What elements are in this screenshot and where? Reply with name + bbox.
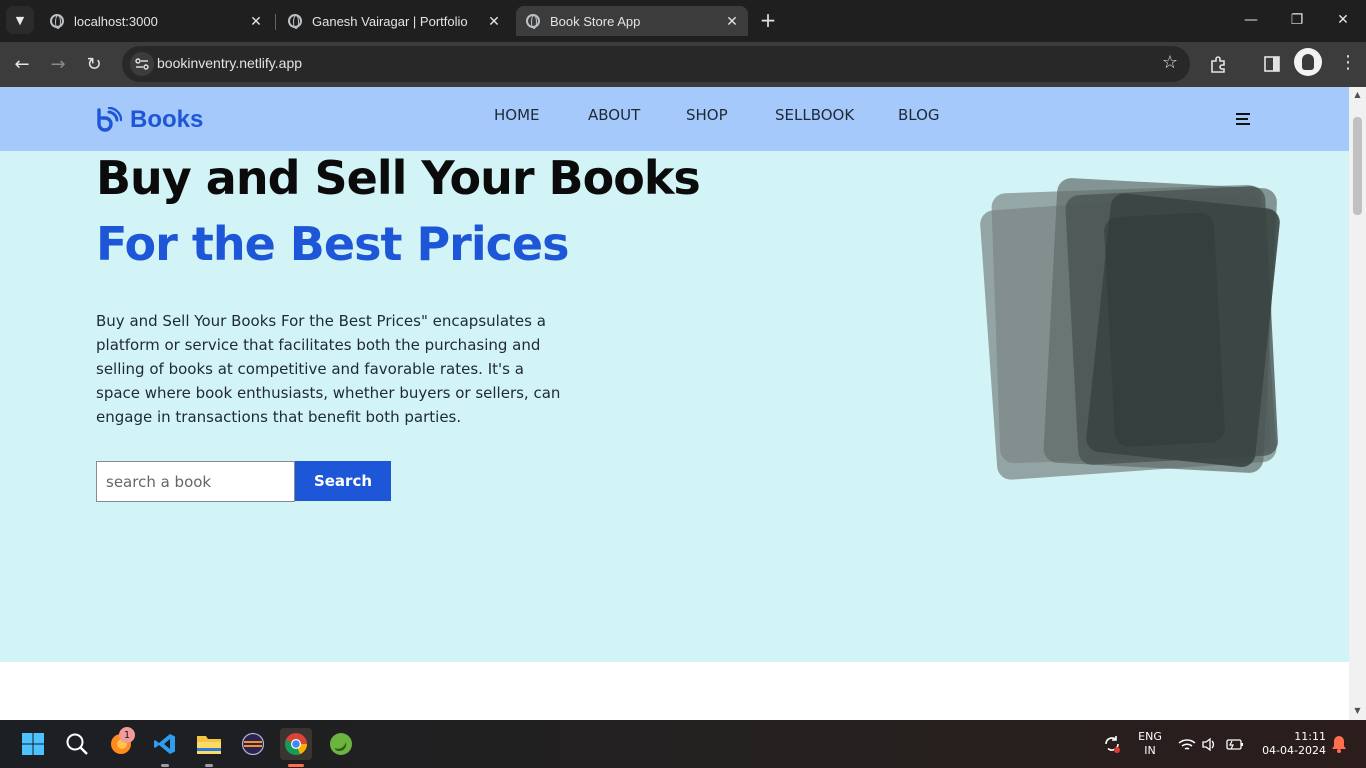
url-text: bookinventry.netlify.app [157,55,303,71]
close-icon[interactable]: ✕ [484,11,504,31]
scroll-down-icon[interactable]: ▼ [1353,706,1362,715]
hero-subtitle: For the Best Prices [96,217,569,271]
tab-divider [275,14,276,30]
vscode-icon[interactable] [149,728,181,760]
arrow-right-icon: → [50,53,66,75]
reload-icon: ↻ [86,53,102,75]
more-menu-icon[interactable]: ⋮ [1338,50,1358,76]
language-code: ENG [1138,730,1162,743]
clock[interactable]: 11:11 04-04-2024 [1258,730,1326,758]
sync-update-icon[interactable] [1096,728,1128,760]
book-logo-icon [97,107,122,132]
tab-title: Book Store App [550,13,641,29]
system-tray-status[interactable] [1172,728,1252,760]
hamburger-menu-icon[interactable] [1236,113,1250,125]
clock-date: 04-04-2024 [1262,744,1326,757]
page-scrollbar[interactable]: ▲ ▼ [1349,87,1366,720]
windows-taskbar: ENG IN 11:11 04-04-2024 [0,720,1366,768]
browser-tab-book-store[interactable]: Book Store App ✕ [516,6,748,36]
nav-link-about[interactable]: ABOUT [588,106,640,124]
browser-toolbar: ← → ↻ bookinventry.netlify.app ☆ [0,42,1366,87]
book-cards-stack-image [980,178,1280,480]
new-tab-button[interactable]: + [755,7,781,33]
language-indicator[interactable]: ENG IN [1136,730,1164,758]
globe-icon [50,14,64,29]
brand-logo[interactable]: Books [96,106,203,134]
browser-tab-portfolio[interactable]: Ganesh Vairagar | Portfolio ✕ [278,6,510,36]
browser-tab-localhost[interactable]: localhost:3000 ✕ [40,6,272,36]
globe-icon [288,14,302,29]
back-button[interactable]: ← [8,50,36,78]
bookmark-star-icon[interactable]: ☆ [1162,54,1178,72]
site-info-icon[interactable] [130,52,154,76]
volume-icon [1202,737,1215,752]
windows-start-icon[interactable] [17,728,49,760]
nav-link-shop[interactable]: SHOP [686,106,728,124]
scroll-up-icon[interactable]: ▲ [1353,90,1362,99]
extensions-icon[interactable] [1204,50,1232,78]
site-navbar: Books HOME ABOUT SHOP SELLBOOK BLOG [0,87,1349,151]
browser-tab-bar: ▼ localhost:3000 ✕ Ganesh Vairagar | Por… [0,0,1366,42]
close-icon[interactable]: ✕ [246,11,266,31]
reload-button[interactable]: ↻ [80,50,108,78]
side-panel-icon[interactable] [1258,50,1286,78]
hero-description: Buy and Sell Your Books For the Best Pri… [96,312,561,426]
profile-avatar[interactable] [1294,48,1322,76]
web-page: Books HOME ABOUT SHOP SELLBOOK BLOG Buy … [0,87,1366,720]
notification-badge: 1 [119,727,135,743]
restore-button[interactable]: ❐ [1274,0,1320,40]
hero-title: Buy and Sell Your Books [96,151,701,205]
nav-link-home[interactable]: HOME [494,106,540,124]
minimize-icon: — [1244,12,1258,28]
chrome-icon[interactable] [280,728,312,760]
tab-search-button[interactable]: ▼ [6,6,34,34]
running-indicator [161,764,169,767]
running-indicator [205,764,213,767]
address-bar[interactable]: bookinventry.netlify.app ☆ [122,46,1190,82]
region-code: IN [1144,744,1156,757]
chevron-down-icon: ▼ [15,13,25,27]
minimize-button[interactable]: — [1228,0,1274,40]
spring-tool-icon[interactable] [325,728,357,760]
search-icon[interactable] [61,728,93,760]
nav-link-sellbook[interactable]: SELLBOOK [775,106,854,124]
close-window-button[interactable]: ✕ [1320,0,1366,40]
arrow-left-icon: ← [14,53,30,75]
brand-name: Books [130,106,204,133]
battery-icon [1226,739,1243,750]
globe-icon [526,14,540,29]
eclipse-icon[interactable] [237,728,269,760]
forward-button[interactable]: → [44,50,72,78]
file-explorer-icon[interactable] [193,728,225,760]
book-search-input[interactable] [96,461,295,502]
active-indicator [288,764,304,767]
wifi-icon [1178,739,1196,750]
tab-title: Ganesh Vairagar | Portfolio [312,13,468,29]
tab-title: localhost:3000 [74,13,158,29]
search-button[interactable]: Search [295,461,391,501]
plus-icon: + [759,8,777,32]
restore-icon: ❐ [1290,12,1304,28]
close-icon[interactable]: ✕ [722,11,742,31]
scrollbar-thumb[interactable] [1353,117,1362,215]
notification-bell-icon[interactable] [1330,728,1348,760]
clock-time: 11:11 [1294,730,1326,743]
hero-section: Buy and Sell Your Books For the Best Pri… [0,151,1349,662]
close-icon: ✕ [1337,12,1349,28]
nav-link-blog[interactable]: BLOG [898,106,940,124]
